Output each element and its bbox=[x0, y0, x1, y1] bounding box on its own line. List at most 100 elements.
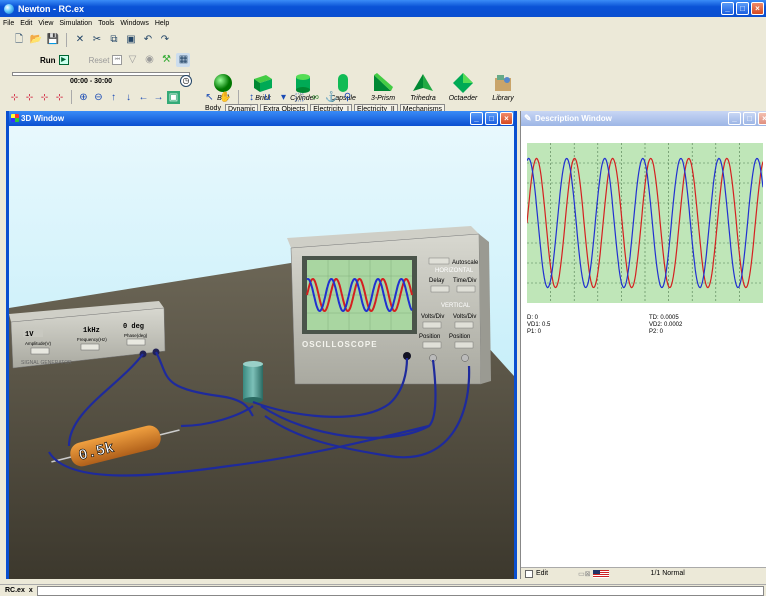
shape-3-prism[interactable]: 3-Prism bbox=[363, 66, 403, 102]
cut-icon[interactable]: ✂ bbox=[90, 33, 104, 47]
open-folder-icon[interactable]: 📂 bbox=[29, 33, 43, 47]
shape-library[interactable]: Library bbox=[483, 66, 523, 102]
edit-checkbox[interactable] bbox=[525, 569, 533, 578]
zoom-in-icon[interactable]: ⊕ bbox=[77, 91, 90, 104]
3d-minimize-button[interactable]: _ bbox=[470, 112, 483, 125]
pointer-icon[interactable]: ↖ bbox=[203, 91, 216, 104]
shape-octaeder[interactable]: Octaeder bbox=[443, 66, 483, 102]
description-window: ✎ Description Window _ □ × D: 0 VD1: 0.5… bbox=[520, 111, 766, 579]
delay-adjust-button[interactable] bbox=[430, 285, 450, 293]
shape-trihedra[interactable]: Trihedra bbox=[403, 66, 443, 102]
edit-label: Edit bbox=[536, 570, 549, 577]
frame-icon[interactable]: ⬚ bbox=[293, 91, 306, 104]
arrow-right-icon[interactable]: → bbox=[152, 91, 165, 104]
menu-help[interactable]: Help bbox=[155, 20, 169, 27]
xyz-axes-icon[interactable]: ⊹ bbox=[8, 91, 21, 104]
save-icon[interactable]: 💾 bbox=[46, 33, 60, 47]
position-adjust-button-2[interactable] bbox=[454, 341, 474, 349]
readout-vd1: VD1: 0.5 bbox=[527, 322, 551, 328]
pencil-icon: ✎ bbox=[524, 113, 532, 123]
amplitude-adjust-button[interactable] bbox=[30, 347, 50, 355]
3d-window: 3D Window _ □ × 1V 1kHz 0 deg Amplitude(… bbox=[6, 111, 517, 579]
eye-icon[interactable]: ◉ bbox=[142, 53, 156, 67]
position-adjust-button-1[interactable] bbox=[422, 341, 442, 349]
frequency-adjust-button[interactable] bbox=[80, 343, 100, 351]
anchor-icon[interactable]: ⚓ bbox=[325, 91, 338, 104]
clock-icon[interactable]: ◷ bbox=[180, 75, 192, 87]
reset-button[interactable]: Reset ⏮ bbox=[89, 55, 123, 65]
time-slider[interactable] bbox=[12, 72, 190, 76]
paste-icon[interactable]: ▣ bbox=[124, 33, 138, 47]
readout-right: TD: 0.0005 VD2: 0.0002 P2: 0 bbox=[649, 315, 682, 336]
voltsdiv-label-2: Volts/Div bbox=[453, 314, 476, 320]
3d-close-button[interactable]: × bbox=[500, 112, 513, 125]
desc-close-button[interactable]: × bbox=[758, 112, 766, 125]
new-file-icon[interactable]: 🗋 bbox=[12, 33, 26, 47]
format-icons[interactable]: ▭⊠ bbox=[578, 570, 590, 578]
menu-simulation[interactable]: Simulation bbox=[59, 20, 92, 27]
voltsdiv-adjust-button-1[interactable] bbox=[422, 321, 442, 329]
desc-minimize-button[interactable]: _ bbox=[728, 112, 741, 125]
prism-icon bbox=[374, 73, 393, 91]
position-label-2: Position bbox=[449, 334, 470, 340]
close-button[interactable]: × bbox=[751, 2, 764, 15]
maximize-button[interactable]: □ bbox=[736, 2, 749, 15]
desc-maximize-button[interactable]: □ bbox=[743, 112, 756, 125]
us-flag-icon[interactable] bbox=[592, 569, 609, 578]
timediv-adjust-button[interactable] bbox=[456, 285, 476, 293]
arrow-left-icon[interactable]: ← bbox=[137, 91, 150, 104]
zoom-level: 1/1 Normal bbox=[650, 570, 685, 577]
readout-p2: P2: 0 bbox=[649, 329, 664, 335]
undo-icon[interactable]: ↶ bbox=[141, 33, 155, 47]
3d-scene[interactable]: 1V 1kHz 0 deg Amplitude(V) Frequency(Hz)… bbox=[9, 126, 514, 579]
step-icon[interactable]: ▽ bbox=[125, 53, 139, 67]
link-icon[interactable]: ∞ bbox=[309, 91, 322, 104]
chevron-down-icon[interactable]: ▾ bbox=[277, 91, 290, 104]
xz-axes-icon[interactable]: ⊹ bbox=[53, 91, 66, 104]
menu-tools[interactable]: Tools bbox=[98, 20, 114, 27]
description-window-title: Description Window bbox=[535, 114, 612, 123]
play-icon: ▶ bbox=[58, 55, 69, 65]
menu-windows[interactable]: Windows bbox=[120, 20, 148, 27]
readout-td: TD: 0.0005 bbox=[649, 315, 679, 321]
phase-adjust-button[interactable] bbox=[126, 338, 146, 346]
view-select-icon[interactable]: ▣ bbox=[167, 90, 180, 104]
scope-channel-2-terminal[interactable] bbox=[461, 354, 469, 362]
zoom-out-icon[interactable]: ⊖ bbox=[92, 91, 105, 104]
file-tab[interactable]: RC.ex bbox=[5, 587, 25, 594]
description-bottom-bar: Edit ▭⊠ 1/1 Normal bbox=[521, 567, 766, 579]
file-tab-close-icon[interactable]: x bbox=[29, 587, 33, 594]
trihedra-icon bbox=[413, 74, 433, 91]
library-icon bbox=[495, 75, 511, 91]
xy-axes-icon[interactable]: ⊹ bbox=[23, 91, 36, 104]
description-window-titlebar: ✎ Description Window _ □ × bbox=[521, 111, 766, 126]
3d-maximize-button[interactable]: □ bbox=[485, 112, 498, 125]
arrow-up-icon[interactable]: ↑ bbox=[107, 91, 120, 104]
redo-icon[interactable]: ↷ bbox=[158, 33, 172, 47]
menu-view[interactable]: View bbox=[38, 20, 53, 27]
minimize-button[interactable]: _ bbox=[721, 2, 734, 15]
run-button[interactable]: Run ▶ bbox=[40, 55, 69, 65]
arrow-down-icon[interactable]: ↓ bbox=[122, 91, 135, 104]
voltsdiv-adjust-button-2[interactable] bbox=[454, 321, 474, 329]
copy-icon[interactable]: ⧉ bbox=[107, 33, 121, 47]
scope-name: OSCILLOSCOPE bbox=[302, 340, 378, 349]
panel-icon[interactable]: ▦ bbox=[176, 53, 191, 67]
toolbar-separator bbox=[238, 90, 239, 104]
delete-icon[interactable]: ✕ bbox=[73, 33, 87, 47]
move-vertical-icon[interactable]: ↕ bbox=[245, 91, 258, 104]
oscilloscope[interactable]: OSCILLOSCOPE Autoscale HORIZONTAL Delay … bbox=[287, 226, 491, 385]
readout-left: D: 0 VD1: 0.5 P1: 0 bbox=[527, 315, 763, 336]
hand-icon[interactable]: ✋ bbox=[219, 91, 232, 104]
magnifier-icon[interactable]: ⚲ bbox=[341, 91, 354, 104]
menu-file[interactable]: File bbox=[3, 20, 14, 27]
capacitor[interactable] bbox=[243, 361, 263, 403]
menu-edit[interactable]: Edit bbox=[20, 20, 32, 27]
view-toolbar: ⊹ ⊹ ⊹ ⊹ ⊕ ⊖ ↑ ↓ ← → ▣ bbox=[8, 90, 180, 104]
autoscale-button[interactable] bbox=[428, 257, 450, 265]
yz-axes-icon[interactable]: ⊹ bbox=[38, 91, 51, 104]
magnet-icon[interactable]: ∪ bbox=[261, 91, 274, 104]
frequency-label: Frequency(Hz) bbox=[77, 337, 107, 342]
tools-icon[interactable]: ⚒ bbox=[159, 53, 173, 67]
position-label-1: Position bbox=[419, 334, 440, 340]
